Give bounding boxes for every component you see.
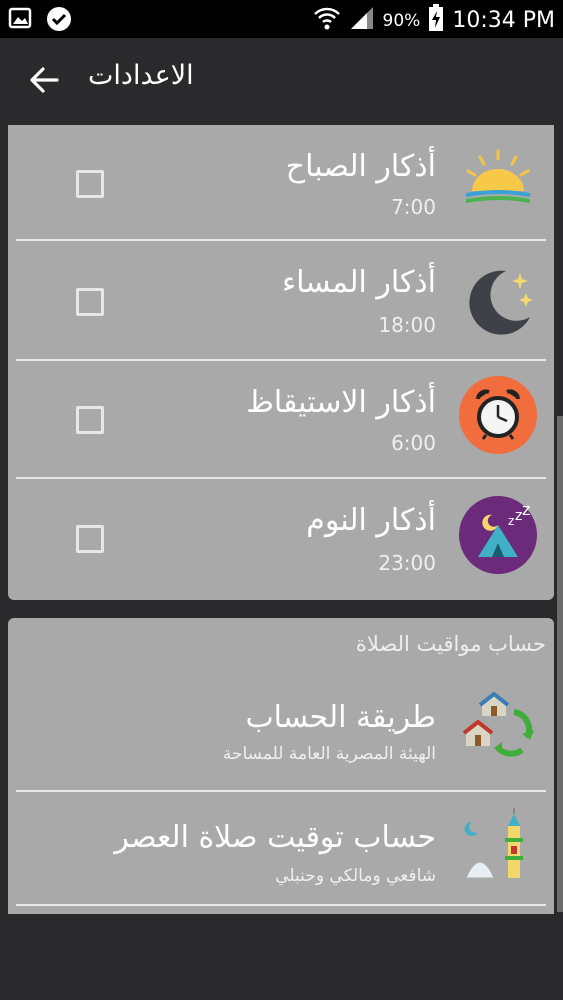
calculation-method-row[interactable]: طريقة الحساب الهيئة المصرية العامة للمسا… <box>16 670 546 790</box>
setting-subtitle: الهيئة المصرية العامة للمساحة <box>222 744 436 764</box>
reminder-checkbox[interactable] <box>76 525 104 553</box>
svg-text:z: z <box>522 500 530 519</box>
reminder-checkbox[interactable] <box>76 288 104 316</box>
scrollbar[interactable] <box>557 416 563 912</box>
reminder-checkbox[interactable] <box>76 170 104 198</box>
page-title: الاعدادات <box>88 60 194 91</box>
reminder-row-sleep[interactable]: أذكار النوم 23:00 z z z <box>16 479 546 597</box>
prayer-settings-card: حساب مواقيت الصلاة طريقة الحساب الهيئة ا… <box>8 618 554 914</box>
setting-subtitle: شافعي ومالكي وحنبلي <box>275 866 436 886</box>
moon-stars-icon <box>458 259 538 339</box>
mosque-minaret-icon <box>458 806 538 886</box>
alarm-clock-icon <box>458 375 538 455</box>
reminder-title: أذكار الاستيقاظ <box>246 385 436 420</box>
section-header: حساب مواقيت الصلاة <box>355 632 546 656</box>
sleep-tent-icon: z z z <box>458 495 538 575</box>
signal-icon <box>349 5 375 36</box>
reminder-row-morning[interactable]: أذكار الصباح 7:00 <box>16 125 546 239</box>
setting-title: طريقة الحساب <box>245 700 436 735</box>
reminder-title: أذكار المساء <box>282 265 436 300</box>
toolbar: الاعدادات <box>0 38 563 125</box>
reminder-title: أذكار النوم <box>306 503 436 538</box>
reminder-title: أذكار الصباح <box>285 149 436 184</box>
reminders-card: أذكار الصباح 7:00 أذكار المساء 18:00 أذك… <box>8 125 554 600</box>
battery-percent: 90% <box>382 10 421 31</box>
arrow-back-icon <box>29 66 59 98</box>
reminder-time: 6:00 <box>391 431 436 455</box>
reminder-row-wakeup[interactable]: أذكار الاستيقاظ 6:00 <box>16 361 546 477</box>
reminder-time: 23:00 <box>378 551 436 575</box>
gallery-icon <box>8 6 32 36</box>
reminder-row-evening[interactable]: أذكار المساء 18:00 <box>16 241 546 359</box>
reminder-time: 7:00 <box>391 195 436 219</box>
asr-calculation-row[interactable]: حساب توقيت صلاة العصر شافعي ومالكي وحنبل… <box>16 792 546 904</box>
reminder-time: 18:00 <box>378 313 436 337</box>
svg-text:z: z <box>508 514 514 528</box>
reminder-checkbox[interactable] <box>76 406 104 434</box>
clock: 10:34 PM <box>452 8 555 33</box>
houses-sync-icon <box>458 688 538 768</box>
sunrise-icon <box>458 143 538 223</box>
setting-title: حساب توقيت صلاة العصر <box>114 820 436 855</box>
battery-charging-icon <box>428 4 444 37</box>
divider <box>16 904 546 906</box>
wifi-icon <box>313 5 341 36</box>
check-circle-icon <box>46 6 72 36</box>
status-bar: 90% 10:34 PM <box>0 0 563 38</box>
back-button[interactable] <box>22 60 66 104</box>
